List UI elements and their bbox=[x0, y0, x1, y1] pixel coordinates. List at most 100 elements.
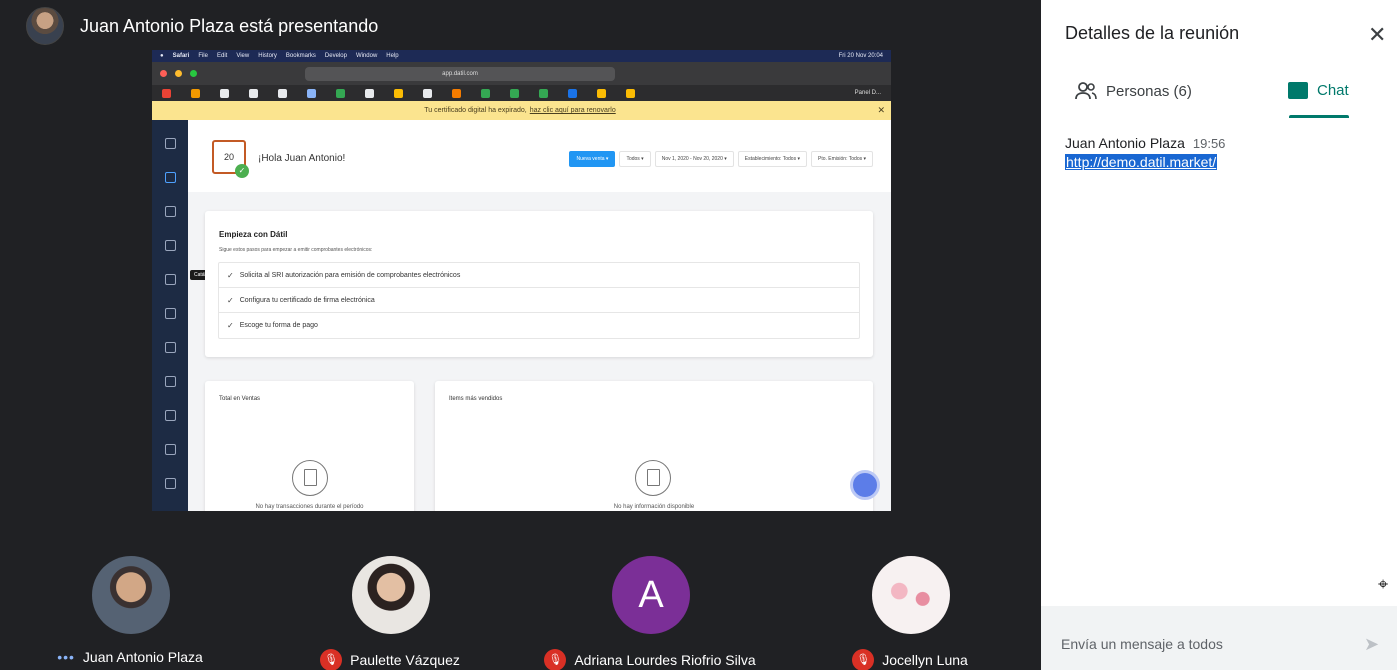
header-filters: Nueva venta ▾ Todos ▾ Nov 1, 2020 - Nov … bbox=[569, 151, 873, 167]
date-range-button: Nov 1, 2020 - Nov 20, 2020 ▾ bbox=[654, 151, 734, 167]
browser-toolbar: app.datil.com bbox=[152, 62, 891, 85]
presentation-stage: Juan Antonio Plaza está presentando ● Sa… bbox=[0, 0, 1041, 670]
chat-message-header: Juan Antonio Plaza 19:56 bbox=[1065, 135, 1225, 151]
bookmark-icon bbox=[249, 88, 258, 98]
menu-icon bbox=[165, 138, 176, 149]
bookmark-last: Panel D... bbox=[854, 90, 881, 96]
banner-text: Tu certificado digital ha expirado, bbox=[424, 107, 527, 114]
bookmark-icon bbox=[365, 88, 374, 98]
url-bar: app.datil.com bbox=[305, 66, 615, 81]
avatar bbox=[872, 556, 950, 634]
onboarding-step: ✓ Escoge tu forma de pago bbox=[219, 313, 859, 338]
participant-tile[interactable]: 🎙 Jocellyn Luna bbox=[780, 515, 1040, 670]
zoom-dot-icon bbox=[190, 70, 197, 77]
message-time: 19:56 bbox=[1192, 136, 1226, 151]
bookmark-icon bbox=[481, 88, 490, 98]
participant-tile[interactable]: ••• Juan Antonio Plaza bbox=[0, 515, 260, 670]
menu-window: Window bbox=[355, 53, 378, 59]
catalog-icon bbox=[165, 274, 176, 285]
participant-name-row: 🎙 Paulette Vázquez bbox=[260, 649, 520, 670]
avatar bbox=[352, 556, 430, 634]
chat-input[interactable]: Envía un mensaje a todos bbox=[1061, 636, 1223, 652]
menu-help: Help bbox=[386, 53, 399, 59]
close-icon[interactable]: ✕ bbox=[1368, 22, 1386, 48]
mouse-cursor-icon: ⌖ bbox=[1378, 574, 1389, 594]
menubar-app: Safari bbox=[172, 53, 190, 59]
presenter-avatar bbox=[26, 7, 64, 45]
bookmark-icon bbox=[307, 88, 316, 98]
send-icon[interactable]: ➤ bbox=[1364, 634, 1379, 655]
participant-name-row: 🎙 Adriana Lourdes Riofrio Silva bbox=[520, 649, 780, 670]
establishment-button: Establecimiento: Todos ▾ bbox=[737, 151, 807, 167]
tab-people-label: Personas (6) bbox=[1106, 82, 1192, 100]
shared-screen: ● Safari File Edit View History Bookmark… bbox=[152, 50, 891, 511]
close-dot-icon bbox=[160, 70, 167, 77]
mic-off-icon: 🎙 bbox=[544, 649, 567, 670]
message-sender: Juan Antonio Plaza bbox=[1065, 135, 1185, 151]
presenter-bar: Juan Antonio Plaza está presentando bbox=[26, 6, 378, 46]
mic-off-icon: 🎙 bbox=[852, 649, 875, 670]
sales-card: Total en Ventas No hay transacciones dur… bbox=[205, 381, 414, 511]
chat-input-area: Envía un mensaje a todos ➤ bbox=[1041, 606, 1397, 670]
sales-card-title: Total en Ventas bbox=[219, 396, 261, 402]
archive-icon bbox=[165, 478, 176, 489]
bookmark-icon bbox=[626, 88, 635, 98]
documents-icon bbox=[635, 460, 671, 496]
reports-icon bbox=[165, 376, 176, 387]
participant-tile[interactable]: A 🎙 Adriana Lourdes Riofrio Silva bbox=[520, 515, 780, 670]
sales-empty-text: No hay transacciones durante el período bbox=[255, 504, 364, 510]
bookmark-icon bbox=[568, 88, 577, 98]
emission-point-button: Pto. Emisión: Todos ▾ bbox=[811, 151, 873, 167]
certificate-banner: Tu certificado digital ha expirado, haz … bbox=[152, 101, 891, 120]
bookmark-icon bbox=[539, 88, 548, 98]
onboarding-step: ✓ Solicita al SRI autorización para emisi… bbox=[219, 263, 859, 288]
bookmark-icon bbox=[597, 88, 606, 98]
sales-icon bbox=[165, 206, 176, 217]
mic-off-icon: 🎙 bbox=[320, 649, 343, 670]
menu-file: File bbox=[198, 53, 208, 59]
people-icon bbox=[1075, 82, 1097, 100]
items-card-title: Items más vendidos bbox=[449, 396, 503, 402]
app-sidebar bbox=[152, 120, 188, 511]
bookmark-gmail-icon bbox=[162, 88, 171, 98]
apple-icon: ● bbox=[160, 53, 164, 59]
mac-menubar: ● Safari File Edit View History Bookmark… bbox=[152, 50, 891, 62]
panel-title: Detalles de la reunión bbox=[1065, 23, 1240, 43]
participant-name: Paulette Vázquez bbox=[350, 652, 460, 668]
filter-all-button: Todos ▾ bbox=[619, 151, 651, 167]
bookmark-icon bbox=[452, 88, 461, 98]
participant-tiles: ••• Juan Antonio Plaza 🎙 Paulette Vázque… bbox=[0, 515, 1041, 670]
items-empty-text: No hay información disponible bbox=[613, 504, 695, 510]
step-label: Solicita al SRI autorización para emisió… bbox=[239, 271, 461, 279]
tab-chat[interactable]: Chat bbox=[1288, 82, 1349, 99]
check-icon: ✓ bbox=[227, 295, 234, 305]
tab-chat-label: Chat bbox=[1317, 82, 1349, 99]
message-link[interactable]: http://demo.datil.market/ bbox=[1065, 154, 1218, 170]
menu-bookmarks: Bookmarks bbox=[285, 53, 316, 59]
items-card: Items más vendidos No hay información di… bbox=[435, 381, 873, 511]
bookmark-icon bbox=[336, 88, 345, 98]
new-sale-button: Nueva venta ▾ bbox=[569, 151, 616, 167]
bookmark-icon bbox=[510, 88, 519, 98]
banner-link: haz clic aquí para renovarlo bbox=[529, 107, 616, 114]
banner-close-icon: ✕ bbox=[877, 105, 885, 115]
menu-view: View bbox=[236, 53, 250, 59]
greeting: ¡Hola Juan Antonio! bbox=[258, 153, 346, 164]
onboarding-steps: ✓ Solicita al SRI autorización para emisi… bbox=[218, 262, 860, 339]
clients-icon bbox=[165, 342, 176, 353]
participant-name-row: ••• Juan Antonio Plaza bbox=[0, 649, 260, 665]
store-icon bbox=[165, 240, 176, 251]
bookmark-icon bbox=[220, 88, 229, 98]
participant-tile[interactable]: 🎙 Paulette Vázquez bbox=[260, 515, 520, 670]
onboarding-card: Empieza con Dátil Sigue estos pasos para… bbox=[205, 211, 873, 357]
bookmark-icon bbox=[278, 88, 287, 98]
presenter-title: Juan Antonio Plaza está presentando bbox=[80, 15, 379, 36]
onboarding-title: Empieza con Dátil bbox=[219, 230, 288, 239]
avatar bbox=[92, 556, 170, 634]
menu-history: History bbox=[258, 53, 277, 59]
bookmark-icon bbox=[191, 88, 200, 98]
participant-name-row: 🎙 Jocellyn Luna bbox=[780, 649, 1040, 670]
tab-people[interactable]: Personas (6) bbox=[1075, 82, 1192, 100]
app-header: 20 ✓ ¡Hola Juan Antonio! Nueva venta ▾ T… bbox=[188, 120, 891, 192]
settings-icon bbox=[165, 410, 176, 421]
